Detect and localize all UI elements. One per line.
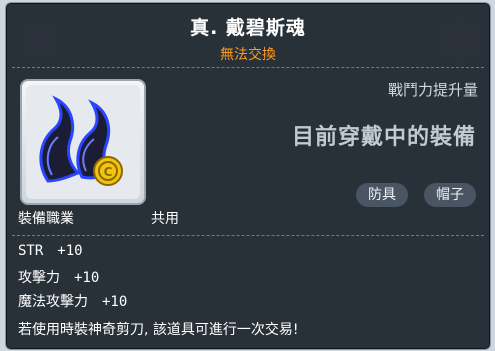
divider (12, 67, 484, 68)
stat-name: 攻擊力 (18, 270, 60, 286)
stat-value: +10 (74, 270, 100, 286)
svg-text:C: C (104, 165, 113, 179)
stat-name: 魔法攻擊力 (18, 294, 88, 310)
power-increase-label: 戰鬥力提升量 (387, 81, 478, 99)
item-icon: C (26, 85, 140, 199)
trade-status: 無法交換 (220, 47, 276, 63)
job-value: 共用 (151, 211, 179, 227)
equipped-label: 目前穿戴中的裝備 (291, 125, 476, 150)
horn-coin-icon: C (39, 95, 123, 186)
divider (12, 235, 484, 236)
item-name: 真. 戴碧斯魂 (190, 17, 306, 39)
tag-armor: 防具 (356, 183, 408, 207)
tag-hat: 帽子 (424, 183, 476, 207)
scissors-note: 若使用時裝神奇剪刀, 該道具可進行一次交易! (18, 322, 299, 338)
job-label: 裝備職業 (18, 211, 74, 227)
stat-value: +10 (57, 243, 83, 259)
item-icon-frame: C (20, 79, 146, 205)
item-tooltip: 真. 戴碧斯魂 無法交換 C 戰鬥力提升量 目前穿戴中的裝備 防具 帽子 裝備職… (5, 2, 491, 350)
stat-value: +10 (102, 294, 128, 310)
stat-row: 攻擊力 +10 (18, 267, 99, 287)
stat-row: STR +10 (18, 243, 83, 259)
stat-name: STR (18, 243, 44, 259)
stat-row: 魔法攻擊力 +10 (18, 291, 127, 311)
